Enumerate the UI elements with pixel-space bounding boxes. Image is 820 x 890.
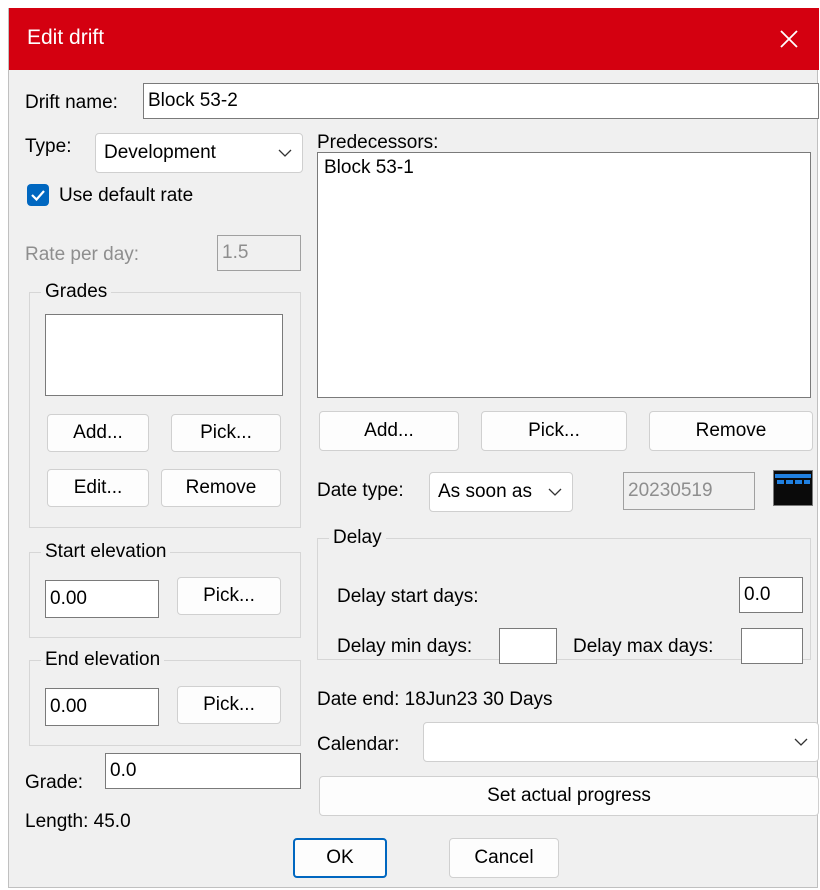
use-default-rate-label: Use default rate [59, 185, 194, 206]
delay-max-label: Delay max days: [573, 636, 714, 657]
type-select[interactable]: Development [95, 133, 303, 173]
start-elevation-pick-label: Pick... [203, 585, 255, 606]
dialog-title: Edit drift [27, 26, 105, 49]
calendar-picker-button[interactable] [773, 470, 813, 506]
grades-edit-button[interactable]: Edit... [47, 469, 149, 507]
chevron-down-icon [278, 149, 292, 157]
drift-name-label: Drift name: [25, 92, 118, 113]
chevron-down-icon [794, 738, 808, 746]
grades-remove-button[interactable]: Remove [161, 469, 281, 507]
grades-remove-label: Remove [185, 477, 257, 498]
end-elevation-value: 0.00 [50, 696, 87, 717]
start-elevation-value: 0.00 [50, 588, 87, 609]
edit-drift-dialog: Edit drift Drift name: Block 53-2 Type: … [8, 8, 819, 888]
date-value: 20230519 [628, 480, 713, 501]
drift-name-input[interactable]: Block 53-2 [143, 83, 819, 119]
start-elevation-input[interactable]: 0.00 [45, 580, 159, 618]
grade-label: Grade: [25, 772, 84, 793]
rate-per-day-value: 1.5 [222, 242, 249, 263]
delay-min-input[interactable] [499, 628, 557, 664]
grades-add-label: Add... [73, 422, 123, 443]
date-type-selected-value: As soon as [438, 481, 532, 502]
title-bar: Edit drift [9, 8, 819, 70]
delay-group-title: Delay [329, 527, 386, 549]
date-type-label: Date type: [317, 480, 404, 501]
predecessors-label: Predecessors: [317, 132, 439, 153]
calendar-icon [775, 474, 811, 484]
length-text: Length: 45.0 [25, 811, 131, 832]
delay-start-value: 0.0 [744, 584, 771, 605]
type-label: Type: [25, 136, 72, 157]
date-end-text: Date end: 18Jun23 30 Days [317, 689, 553, 710]
list-item[interactable]: Block 53-1 [324, 157, 414, 179]
drift-name-value: Block 53-2 [148, 90, 238, 111]
checkmark-icon [31, 190, 45, 202]
calendar-select[interactable] [423, 722, 819, 762]
date-input[interactable]: 20230519 [623, 472, 755, 510]
predecessors-list[interactable]: Block 53-1 [317, 152, 811, 398]
close-button[interactable] [759, 8, 819, 70]
delay-start-input[interactable]: 0.0 [739, 577, 803, 613]
delay-max-input[interactable] [741, 628, 803, 664]
grades-pick-button[interactable]: Pick... [171, 414, 281, 452]
grade-value: 0.0 [110, 760, 137, 781]
grades-group-title: Grades [41, 281, 112, 303]
ok-label: OK [326, 847, 354, 868]
set-actual-progress-label: Set actual progress [487, 785, 651, 806]
predecessors-pick-label: Pick... [528, 420, 580, 441]
set-actual-progress-button[interactable]: Set actual progress [319, 776, 819, 816]
grades-add-button[interactable]: Add... [47, 414, 149, 452]
close-icon [780, 30, 798, 48]
cancel-button[interactable]: Cancel [449, 838, 559, 878]
predecessors-remove-button[interactable]: Remove [649, 411, 813, 451]
predecessors-add-button[interactable]: Add... [319, 411, 459, 451]
calendar-label: Calendar: [317, 734, 400, 755]
cancel-label: Cancel [474, 847, 534, 868]
type-selected-value: Development [104, 142, 216, 163]
start-elevation-pick-button[interactable]: Pick... [177, 577, 281, 615]
rate-per-day-label: Rate per day: [25, 244, 140, 265]
use-default-rate-checkbox[interactable] [27, 184, 49, 206]
predecessors-pick-button[interactable]: Pick... [481, 411, 627, 451]
end-elevation-input[interactable]: 0.00 [45, 688, 159, 726]
end-elevation-pick-button[interactable]: Pick... [177, 686, 281, 724]
end-elevation-pick-label: Pick... [203, 694, 255, 715]
start-elevation-title: Start elevation [41, 541, 171, 563]
chevron-down-icon [548, 488, 562, 496]
date-type-select[interactable]: As soon as [429, 472, 573, 512]
predecessors-remove-label: Remove [695, 420, 767, 441]
grade-input[interactable]: 0.0 [105, 753, 301, 789]
predecessors-add-label: Add... [364, 420, 414, 441]
end-elevation-title: End elevation [41, 649, 165, 671]
grades-edit-label: Edit... [73, 477, 123, 498]
ok-button[interactable]: OK [293, 838, 387, 878]
delay-min-label: Delay min days: [337, 636, 473, 657]
rate-per-day-input[interactable]: 1.5 [217, 235, 301, 271]
delay-start-label: Delay start days: [337, 586, 479, 607]
grades-list[interactable] [45, 314, 283, 396]
grades-pick-label: Pick... [200, 422, 252, 443]
